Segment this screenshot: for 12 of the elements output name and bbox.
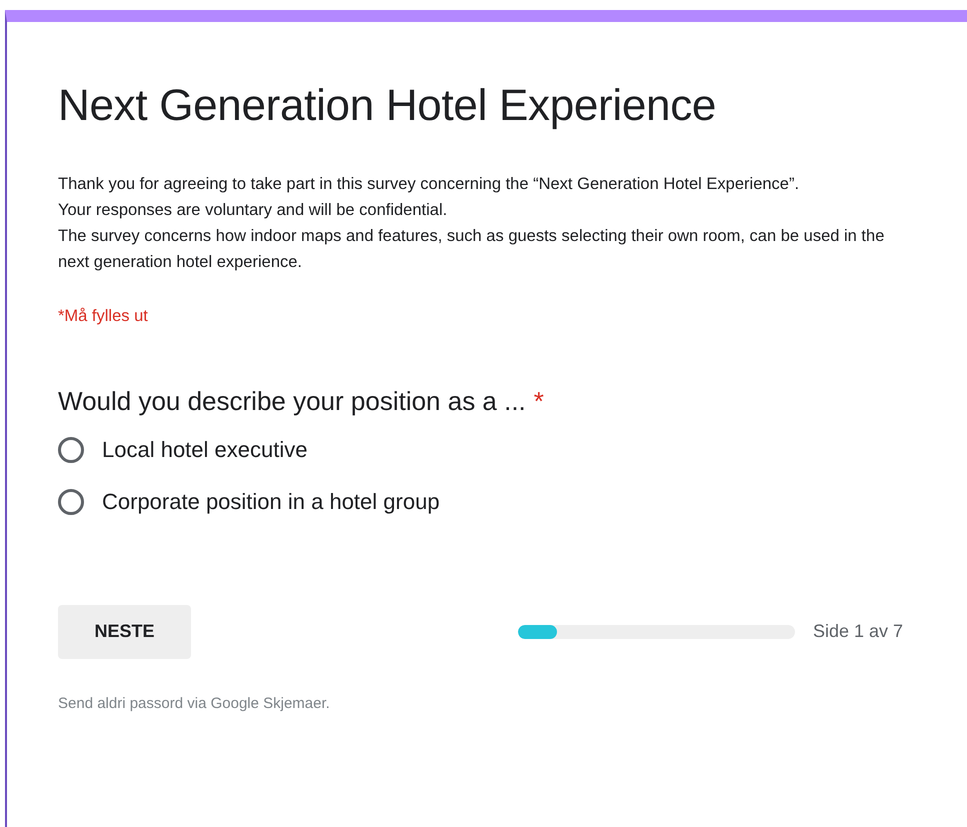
footer-note: Send aldri passord via Google Skjemaer. xyxy=(58,694,331,712)
option-label[interactable]: Local hotel executive xyxy=(102,436,308,463)
radio-button[interactable] xyxy=(58,488,84,515)
form-title: Next Generation Hotel Experience xyxy=(58,80,718,132)
question-title: Would you describe your position as a ... xyxy=(58,386,526,417)
radio-button[interactable] xyxy=(58,436,84,463)
next-button[interactable]: NESTE xyxy=(58,604,191,659)
form-description: Thank you for agreeing to take part in this survey concerning the “Next Generation Hotel Experience”. Your responses are voluntary and will be confidential. The survey concerns how indoor maps and features, such as guests selecting their own room, can be used in the next generation hotel experience. xyxy=(58,174,886,273)
option-label[interactable]: Corporate position in a hotel group xyxy=(102,488,440,515)
page-indicator: Side 1 av 7 xyxy=(812,621,903,642)
required-note: *Må fylles ut xyxy=(58,306,149,326)
required-mark: * xyxy=(534,386,544,417)
